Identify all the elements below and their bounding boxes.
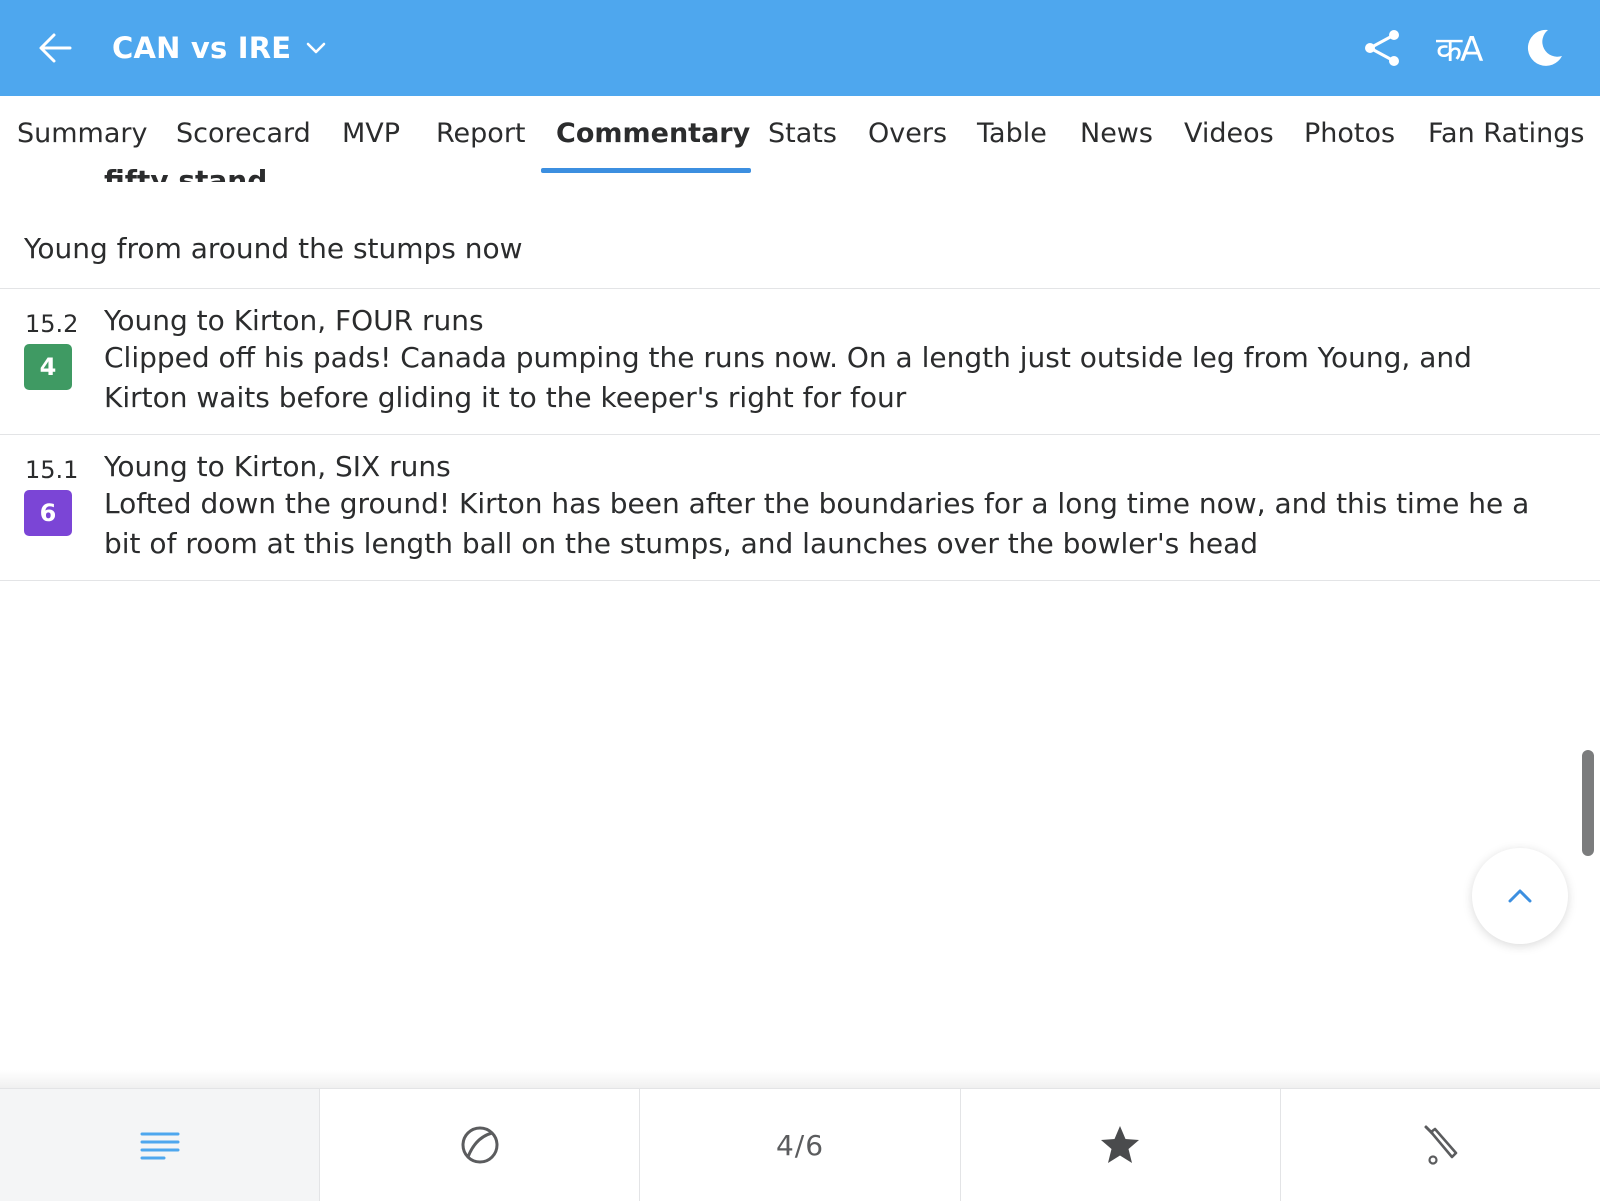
over-number: 15.2 (25, 310, 79, 338)
match-title: CAN vs IRE (112, 31, 292, 65)
tab-fan-ratings[interactable]: Fan Ratings (1428, 96, 1584, 174)
ball-description: Clipped off his pads! Canada pumping the… (104, 341, 1472, 414)
page-indicator: 4/6 (775, 1128, 825, 1162)
language-icon: कA (1436, 30, 1483, 70)
bottom-nav: 4/6 (0, 1088, 1600, 1201)
chevron-up-icon (1508, 889, 1532, 903)
ball-description: Lofted down the ground! Kirton has been … (104, 487, 1530, 560)
chevron-down-icon (306, 42, 326, 54)
bottom-tab-highlights[interactable] (961, 1089, 1281, 1201)
tab-photos[interactable]: Photos (1304, 96, 1395, 174)
tab-stats[interactable]: Stats (768, 96, 837, 174)
bottom-tab-ball[interactable] (320, 1089, 641, 1201)
active-tab-indicator (541, 168, 751, 173)
tab-table[interactable]: Table (977, 96, 1047, 174)
tab-videos[interactable]: Videos (1184, 96, 1274, 174)
bat-icon (1424, 1125, 1458, 1165)
runs-badge-four: 4 (24, 344, 72, 390)
ball-title: Young to Kirton, FOUR runs (104, 304, 484, 337)
list-icon (140, 1132, 180, 1160)
tab-news[interactable]: News (1080, 96, 1153, 174)
tab-mvp[interactable]: MVP (342, 96, 400, 174)
language-button[interactable]: कA (1436, 24, 1496, 72)
tab-commentary[interactable]: Commentary (556, 96, 750, 174)
moon-icon (1527, 29, 1562, 66)
commentary-note: Young from around the stumps now (24, 232, 523, 265)
scrollbar-thumb[interactable] (1582, 750, 1594, 856)
bottom-tab-commentary[interactable] (0, 1089, 321, 1201)
over-number: 15.1 (25, 456, 79, 484)
share-icon (1365, 30, 1399, 66)
divider (0, 434, 1600, 435)
back-arrow-icon (39, 33, 72, 63)
divider (0, 580, 1600, 581)
bottom-bar-shadow (0, 1070, 1600, 1088)
scroll-to-top-button[interactable] (1472, 848, 1568, 944)
bottom-tab-page-indicator[interactable]: 4/6 (640, 1089, 961, 1201)
runs-badge-six: 6 (24, 490, 72, 536)
star-icon (1101, 1126, 1140, 1163)
dark-mode-button[interactable] (1520, 24, 1568, 72)
app-header: CAN vs IRE कA (0, 0, 1600, 96)
tab-report[interactable]: Report (436, 96, 526, 174)
ball-icon (461, 1126, 499, 1164)
cut-headline: fifty stand (104, 164, 268, 182)
ball-title: Young to Kirton, SIX runs (104, 450, 451, 483)
match-selector[interactable]: CAN vs IRE (112, 28, 327, 68)
share-button[interactable] (1360, 24, 1408, 72)
bottom-tab-batting[interactable] (1281, 1089, 1600, 1201)
divider (0, 288, 1600, 289)
tab-overs[interactable]: Overs (868, 96, 947, 174)
back-button[interactable] (34, 26, 78, 70)
